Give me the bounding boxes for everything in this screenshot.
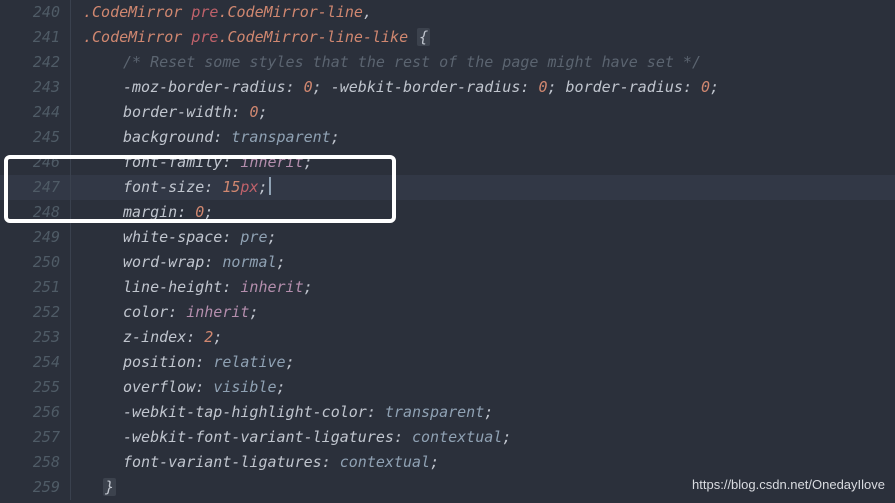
token-selector: .CodeMirror bbox=[83, 3, 182, 21]
token-property: overflow bbox=[123, 378, 195, 396]
line-number: 244 bbox=[0, 100, 60, 125]
token-property: border-width bbox=[123, 103, 231, 121]
token-ident: contextual bbox=[340, 453, 430, 471]
line-number: 242 bbox=[0, 50, 60, 75]
code-line[interactable]: background: transparent; bbox=[83, 125, 895, 150]
line-number: 252 bbox=[0, 300, 60, 325]
code-line[interactable]: .CodeMirror pre.CodeMirror-line, bbox=[83, 0, 895, 25]
token-ident: inherit bbox=[186, 303, 249, 321]
token-property: margin bbox=[123, 203, 177, 221]
code-line[interactable]: white-space: pre; bbox=[83, 225, 895, 250]
token-selector: .CodeMirror-line-like bbox=[218, 28, 408, 46]
line-number: 259 bbox=[0, 475, 60, 500]
line-number: 257 bbox=[0, 425, 60, 450]
code-line[interactable]: -webkit-tap-highlight-color: transparent… bbox=[83, 400, 895, 425]
line-number: 256 bbox=[0, 400, 60, 425]
token-ident: visible bbox=[213, 378, 276, 396]
line-number: 249 bbox=[0, 225, 60, 250]
line-number: 258 bbox=[0, 450, 60, 475]
token-ident: relative bbox=[213, 353, 285, 371]
token-brace: } bbox=[103, 478, 116, 496]
code-line[interactable]: .CodeMirror pre.CodeMirror-line-like { bbox=[83, 25, 895, 50]
token-ident: inherit bbox=[240, 153, 303, 171]
token-value: 0 bbox=[304, 78, 313, 96]
line-number: 248 bbox=[0, 200, 60, 225]
text-cursor bbox=[269, 177, 271, 195]
token-property: word-wrap bbox=[123, 253, 204, 271]
token-ident: transparent bbox=[231, 128, 330, 146]
token-property: -moz-border-radius bbox=[123, 78, 286, 96]
token-property: font-family bbox=[123, 153, 222, 171]
token-unit: px bbox=[240, 178, 258, 196]
line-number-gutter: 240 241 242 243 244 245 246 247 248 249 … bbox=[0, 0, 70, 503]
token-value: 15 bbox=[222, 178, 240, 196]
code-line[interactable]: line-height: inherit; bbox=[83, 275, 895, 300]
line-number: 255 bbox=[0, 375, 60, 400]
token-ident: pre bbox=[240, 228, 267, 246]
code-line[interactable]: border-width: 0; bbox=[83, 100, 895, 125]
token-property: -webkit-tap-highlight-color bbox=[123, 403, 367, 421]
line-number: 247 bbox=[0, 175, 60, 200]
token-value: 0 bbox=[701, 78, 710, 96]
token-tag: pre bbox=[191, 3, 218, 21]
code-area[interactable]: .CodeMirror pre.CodeMirror-line, .CodeMi… bbox=[70, 0, 895, 500]
code-line[interactable]: font-family: inherit; bbox=[83, 150, 895, 175]
token-property: background bbox=[123, 128, 213, 146]
line-number: 245 bbox=[0, 125, 60, 150]
token-value: 0 bbox=[195, 203, 204, 221]
token-selector: .CodeMirror-line bbox=[218, 3, 363, 21]
token-ident: normal bbox=[222, 253, 276, 271]
token-value: 2 bbox=[204, 328, 213, 346]
line-number: 246 bbox=[0, 150, 60, 175]
token-property: font-variant-ligatures bbox=[123, 453, 322, 471]
token-property: -webkit-font-variant-ligatures bbox=[123, 428, 394, 446]
line-number: 253 bbox=[0, 325, 60, 350]
line-number: 250 bbox=[0, 250, 60, 275]
code-line[interactable]: margin: 0; bbox=[83, 200, 895, 225]
token-property: position bbox=[123, 353, 195, 371]
watermark-text: https://blog.csdn.net/OnedayIlove bbox=[692, 472, 885, 497]
code-line[interactable]: z-index: 2; bbox=[83, 325, 895, 350]
token-comment: /* Reset some styles that the rest of th… bbox=[123, 53, 701, 71]
line-number: 251 bbox=[0, 275, 60, 300]
token-property: border-radius bbox=[566, 78, 683, 96]
code-line[interactable]: word-wrap: normal; bbox=[83, 250, 895, 275]
line-number: 254 bbox=[0, 350, 60, 375]
code-line[interactable]: position: relative; bbox=[83, 350, 895, 375]
line-number: 243 bbox=[0, 75, 60, 100]
code-line[interactable]: color: inherit; bbox=[83, 300, 895, 325]
token-ident: inherit bbox=[240, 278, 303, 296]
code-line[interactable]: font-size: 15px; bbox=[83, 175, 895, 200]
line-number: 241 bbox=[0, 25, 60, 50]
token-ident: transparent bbox=[385, 403, 484, 421]
token-ident: contextual bbox=[412, 428, 502, 446]
code-line[interactable]: /* Reset some styles that the rest of th… bbox=[83, 50, 895, 75]
line-number: 240 bbox=[0, 0, 60, 25]
token-property: -webkit-border-radius bbox=[331, 78, 521, 96]
code-line[interactable]: -webkit-font-variant-ligatures: contextu… bbox=[83, 425, 895, 450]
code-line[interactable]: overflow: visible; bbox=[83, 375, 895, 400]
code-editor[interactable]: 240 241 242 243 244 245 246 247 248 249 … bbox=[0, 0, 895, 503]
token-punct: , bbox=[363, 3, 372, 21]
token-tag: pre bbox=[191, 28, 218, 46]
token-property: white-space bbox=[123, 228, 222, 246]
token-property: color bbox=[123, 303, 168, 321]
token-property: z-index bbox=[123, 328, 186, 346]
token-selector: .CodeMirror bbox=[83, 28, 182, 46]
token-property: font-size bbox=[123, 178, 204, 196]
token-brace: { bbox=[417, 28, 430, 46]
code-line[interactable]: -moz-border-radius: 0; -webkit-border-ra… bbox=[83, 75, 895, 100]
token-property: line-height bbox=[123, 278, 222, 296]
